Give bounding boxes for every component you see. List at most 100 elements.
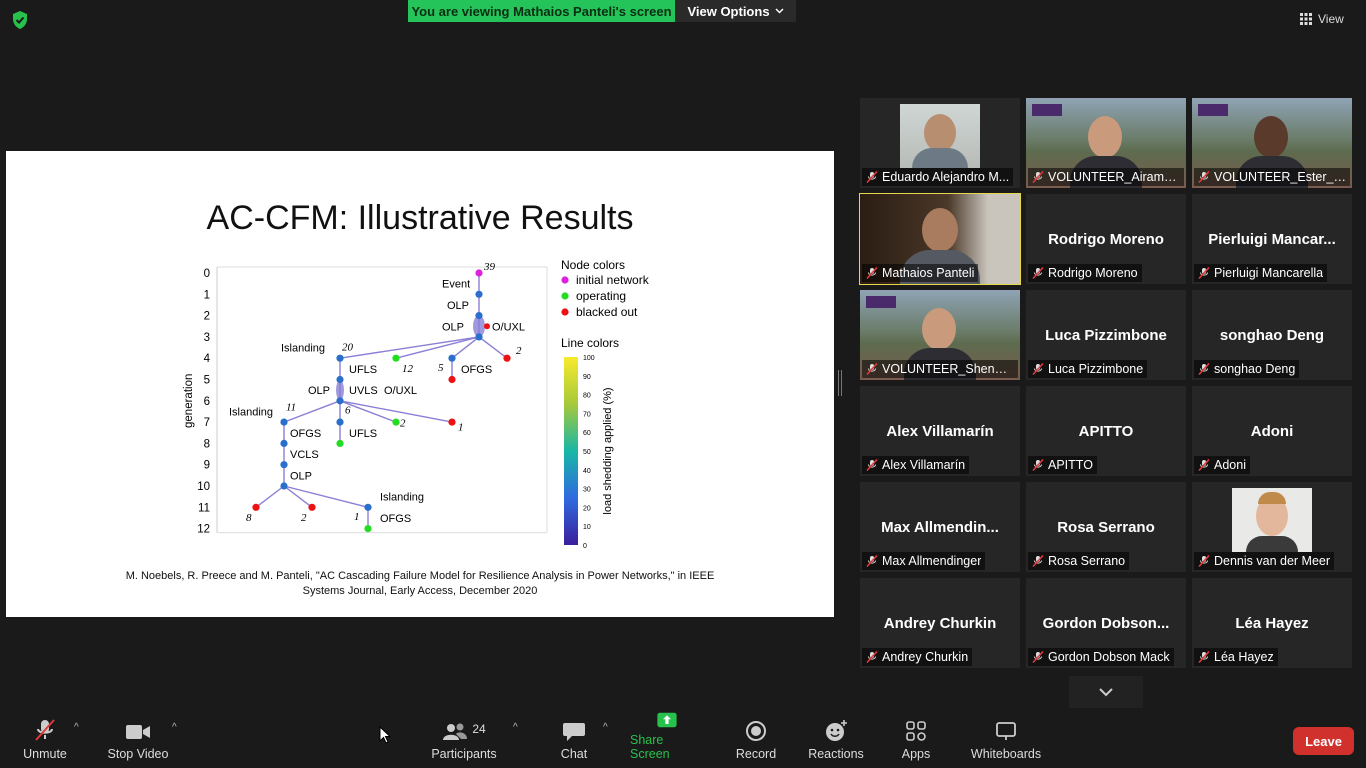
chat-label: Chat [560,747,588,761]
cascade-annotation: OFGS [461,364,492,376]
participant-tile[interactable]: Pierluigi Mancar... Pierluigi Mancarella [1192,194,1352,284]
participant-name: Mathaios Panteli [882,266,975,280]
microphone-muted-icon [866,555,878,567]
view-options-label: View Options [687,3,770,19]
cascade-edge [255,485,285,508]
view-options-button[interactable]: View Options [675,0,796,22]
cascade-node [448,354,456,362]
legend-node-label: initial network [576,273,650,287]
participant-tile[interactable]: VOLUNTEER_Airam_P... [1026,98,1186,188]
participant-name: Gordon Dobson Mack [1048,650,1170,664]
cascade-node [336,375,344,384]
cascade-annotation: OLP [447,300,469,312]
cascade-node [308,503,316,511]
participant-name: Luca Pizzimbone [1048,362,1144,376]
cascade-annotation: OFGS [290,428,321,440]
reactions-label: Reactions [808,747,864,761]
audio-options-caret-icon[interactable]: ^ [74,722,79,733]
y-tick-label: 11 [198,502,210,514]
participant-name: Rosa Serrano [1048,554,1126,568]
record-button[interactable]: Record [736,712,776,768]
participant-tile[interactable]: Adoni Adoni [1192,386,1352,476]
cascade-annotation: Islanding [229,406,273,418]
gallery-next-page-button[interactable] [1069,676,1143,708]
participant-name-caption: Luca Pizzimbone [1028,360,1148,378]
participant-tile[interactable]: Rodrigo Moreno Rodrigo Moreno [1026,194,1186,284]
participant-display-name: Gordon Dobson... [1042,615,1170,632]
participant-tile[interactable]: songhao Deng songhao Deng [1192,290,1352,380]
video-options-caret-icon[interactable]: ^ [172,722,177,733]
participant-name-caption: Pierluigi Mancarella [1194,264,1328,282]
participant-name-caption: VOLUNTEER_Shengye... [862,360,1018,378]
chat-options-caret-icon[interactable]: ^ [603,722,608,733]
participant-name: VOLUNTEER_Ester_M... [1214,170,1346,184]
cascade-node-count: 1 [458,422,464,434]
unmute-label: Unmute [23,747,67,761]
apps-button[interactable]: Apps [900,712,932,768]
participant-name-caption: Adoni [1194,456,1250,474]
colorbar-tick-label: 60 [583,430,591,437]
participant-name-caption: Eduardo Alejandro M... [862,168,1014,186]
cascade-edge [283,485,369,508]
y-tick-label: 12 [197,524,210,536]
participants-button[interactable]: 24 Participants [430,712,498,768]
record-icon [746,721,766,741]
participant-tile[interactable]: Andrey Churkin Andrey Churkin [860,578,1020,668]
cascade-annotation: O/UXL [384,385,417,397]
y-tick-label: 8 [204,438,210,450]
participant-tile[interactable]: Léa Hayez Léa Hayez [1192,578,1352,668]
y-tick-label: 1 [204,289,210,301]
security-shield-icon[interactable] [10,10,30,30]
cascade-annotation: Islanding [281,343,325,355]
leave-button[interactable]: Leave [1293,727,1354,755]
chevron-down-icon [775,8,784,14]
cascade-annotation: Event [442,279,470,291]
cascade-annotation: OLP [290,470,312,482]
chat-button[interactable]: Chat [556,712,592,768]
participant-name: Rodrigo Moreno [1048,266,1138,280]
participant-name: VOLUNTEER_Airam_P... [1048,170,1180,184]
microphone-muted-icon [1198,267,1210,279]
reactions-smiley-icon [826,720,847,741]
participant-display-name: Max Allmendin... [881,519,999,536]
unmute-button[interactable]: Unmute [22,712,68,768]
participant-tile[interactable]: Luca Pizzimbone Luca Pizzimbone [1026,290,1186,380]
reactions-button[interactable]: Reactions [808,712,864,768]
participant-tile[interactable]: Rosa Serrano Rosa Serrano [1026,482,1186,572]
participant-tile[interactable]: Alex Villamarín Alex Villamarín [860,386,1020,476]
cascade-node-count: 2 [400,417,406,429]
stop-video-button[interactable]: Stop Video [106,712,170,768]
participant-tile[interactable]: Eduardo Alejandro M... [860,98,1020,188]
participant-video [1232,488,1312,552]
cascade-node-count: 1 [354,511,360,523]
cascade-node [503,354,511,362]
cascade-node-count: 20 [342,342,354,354]
cascade-annotation: OLP [308,385,330,397]
participant-tile[interactable]: Max Allmendin... Max Allmendinger [860,482,1020,572]
gallery-view-button[interactable]: View [1300,8,1344,30]
participant-tile[interactable]: VOLUNTEER_Ester_M... [1192,98,1352,188]
slide-citation: M. Noebels, R. Preece and M. Panteli, "A… [6,569,834,599]
colorbar-tick-label: 100 [583,355,595,362]
participant-tile[interactable]: Mathaios Panteli [859,193,1021,285]
cascade-chart: 0123456789101112generationEventOLPOLP O/U… [183,258,650,550]
whiteboards-button[interactable]: Whiteboards [970,712,1042,768]
participant-tile[interactable]: VOLUNTEER_Shengye... [860,290,1020,380]
cascade-edge [478,336,508,359]
participant-tile[interactable]: APITTO APITTO [1026,386,1186,476]
participants-options-caret-icon[interactable]: ^ [513,722,518,733]
cascade-node [392,418,400,426]
colorbar [564,357,578,545]
panel-resize-handle[interactable] [838,370,842,396]
participant-tile[interactable]: Dennis van der Meer [1192,482,1352,572]
participant-tile[interactable]: Gordon Dobson... Gordon Dobson Mack [1026,578,1186,668]
cascade-node-count: 5 [438,362,444,374]
cascade-node-count: 6 [345,405,351,417]
legend-node-label: blacked out [576,305,638,319]
microphone-muted-icon [866,651,878,663]
share-screen-icon [657,712,677,728]
participants-count: 24 [472,722,486,736]
participant-display-name: Léa Hayez [1235,615,1309,632]
share-screen-button[interactable]: Share Screen [630,712,704,768]
cascade-node [280,439,288,447]
